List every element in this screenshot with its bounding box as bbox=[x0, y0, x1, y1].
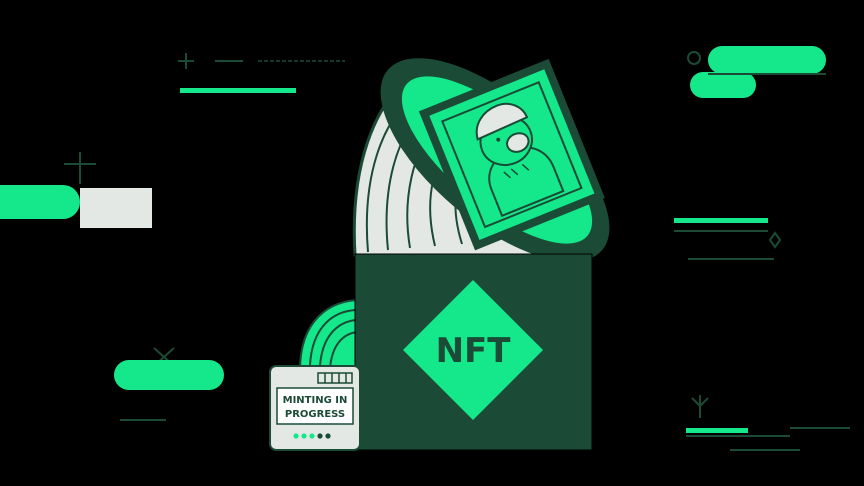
cloud-top-right bbox=[687, 46, 826, 98]
minting-status-card: MINTING IN PROGRESS bbox=[269, 365, 361, 451]
nft-label: NFT bbox=[436, 331, 512, 371]
cloud-bottom-left bbox=[114, 360, 224, 390]
nft-minting-illustration: NFT MINTING IN PROGRESS bbox=[0, 0, 864, 486]
minting-status-line2: PROGRESS bbox=[285, 409, 345, 420]
cloud-left bbox=[0, 185, 152, 228]
nft-box: NFT bbox=[354, 253, 593, 451]
illustration-canvas: NFT MINTING IN PROGRESS bbox=[0, 46, 850, 451]
diamond-sparkle-icon bbox=[768, 231, 782, 249]
minting-status-line1: MINTING IN bbox=[283, 395, 348, 406]
sprout-icon bbox=[691, 395, 709, 418]
card-header-bars bbox=[317, 372, 353, 384]
